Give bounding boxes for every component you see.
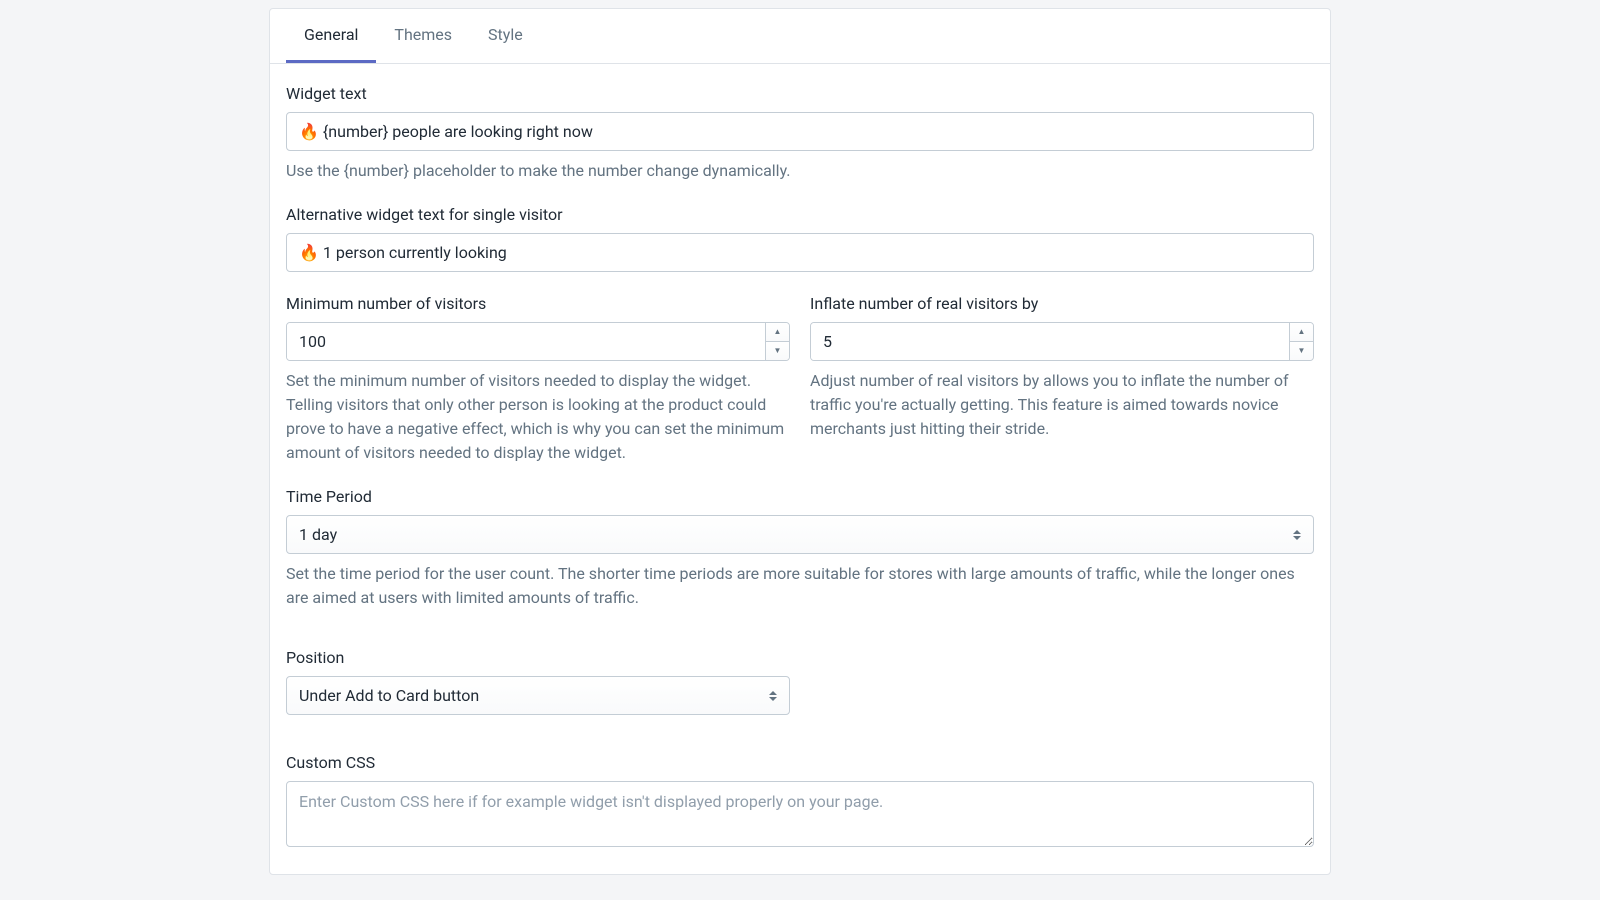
custom-css-label: Custom CSS: [286, 751, 1314, 775]
settings-panel: General Themes Style Widget text Use the…: [269, 8, 1331, 875]
inflate-input[interactable]: [811, 323, 1289, 360]
position-select[interactable]: Under Add to Card button: [287, 677, 789, 714]
inflate-spinner: ▲ ▼: [1289, 323, 1313, 360]
inflate-up[interactable]: ▲: [1290, 323, 1313, 342]
widget-text-help: Use the {number} placeholder to make the…: [286, 159, 1314, 183]
tab-style[interactable]: Style: [470, 9, 541, 63]
position-select-wrap: Under Add to Card button: [286, 676, 790, 715]
inflate-down[interactable]: ▼: [1290, 342, 1313, 360]
alt-text-input[interactable]: [286, 233, 1314, 272]
min-visitors-up[interactable]: ▲: [766, 323, 789, 342]
widget-text-field: Widget text Use the {number} placeholder…: [286, 82, 1314, 183]
min-visitors-field: Minimum number of visitors ▲ ▼ Set the m…: [286, 292, 790, 465]
min-visitors-label: Minimum number of visitors: [286, 292, 790, 316]
alt-text-label: Alternative widget text for single visit…: [286, 203, 1314, 227]
inflate-label: Inflate number of real visitors by: [810, 292, 1314, 316]
custom-css-field: Custom CSS: [286, 751, 1314, 854]
visitors-row: Minimum number of visitors ▲ ▼ Set the m…: [286, 292, 1314, 465]
min-visitors-down[interactable]: ▼: [766, 342, 789, 360]
time-period-label: Time Period: [286, 485, 1314, 509]
min-visitors-spinner: ▲ ▼: [765, 323, 789, 360]
time-period-select[interactable]: 1 day: [287, 516, 1313, 553]
tab-content: Widget text Use the {number} placeholder…: [270, 64, 1330, 874]
inflate-field: Inflate number of real visitors by ▲ ▼ A…: [810, 292, 1314, 465]
min-visitors-wrap: ▲ ▼: [286, 322, 790, 361]
widget-text-input[interactable]: [286, 112, 1314, 151]
position-label: Position: [286, 646, 1314, 670]
custom-css-textarea[interactable]: [286, 781, 1314, 847]
tab-general[interactable]: General: [286, 9, 376, 63]
min-visitors-input[interactable]: [287, 323, 765, 360]
time-period-select-wrap: 1 day: [286, 515, 1314, 554]
min-visitors-help: Set the minimum number of visitors neede…: [286, 369, 790, 465]
position-field: Position Under Add to Card button: [286, 646, 1314, 715]
tabs-bar: General Themes Style: [270, 9, 1330, 64]
tab-themes[interactable]: Themes: [376, 9, 470, 63]
widget-text-label: Widget text: [286, 82, 1314, 106]
time-period-help: Set the time period for the user count. …: [286, 562, 1314, 610]
inflate-wrap: ▲ ▼: [810, 322, 1314, 361]
time-period-field: Time Period 1 day Set the time period fo…: [286, 485, 1314, 610]
inflate-help: Adjust number of real visitors by allows…: [810, 369, 1314, 441]
alt-text-field: Alternative widget text for single visit…: [286, 203, 1314, 272]
